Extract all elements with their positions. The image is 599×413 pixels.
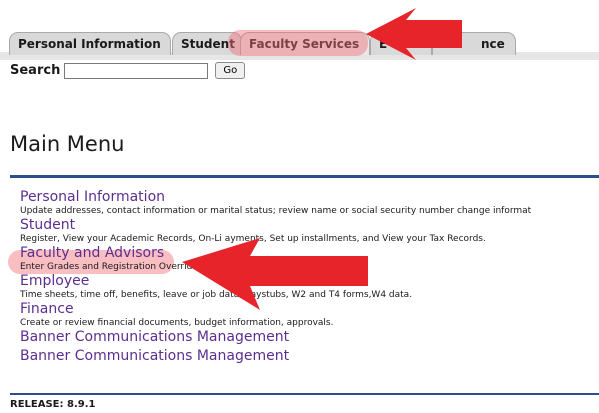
- go-button[interactable]: Go: [215, 62, 246, 79]
- release-label: RELEASE: 8.9.1: [10, 399, 96, 410]
- menu-link-personal-information[interactable]: Personal Information: [20, 189, 599, 206]
- menu-item-banner-communications: Banner Communications Management: [20, 329, 599, 348]
- menu-link-banner-communications[interactable]: Banner Communications Management: [20, 348, 599, 365]
- divider: [10, 393, 599, 395]
- tab-highlight: [228, 30, 368, 56]
- menu-link-banner-communications[interactable]: Banner Communications Management: [20, 329, 599, 348]
- menu-description: Create or review financial documents, bu…: [20, 318, 334, 328]
- menu-item-banner-communications: Banner Communications Management: [20, 348, 599, 365]
- menu-item-personal-information: Personal Information Update addresses, c…: [20, 189, 599, 217]
- search-label: Search: [10, 63, 61, 78]
- menu-description: Update addresses, contact information or…: [20, 206, 532, 216]
- search-bar: Search Go: [10, 62, 246, 79]
- tab-label: Personal Information: [18, 37, 161, 51]
- arrow-icon: [366, 8, 462, 60]
- tab-personal-information[interactable]: Personal Information: [9, 32, 171, 55]
- menu-link-student[interactable]: Student: [20, 217, 599, 234]
- search-input[interactable]: [64, 62, 209, 79]
- arrow-icon: [182, 238, 368, 310]
- page-title: Main Menu: [10, 132, 125, 156]
- tab-label: Student: [181, 37, 235, 51]
- divider: [10, 175, 599, 178]
